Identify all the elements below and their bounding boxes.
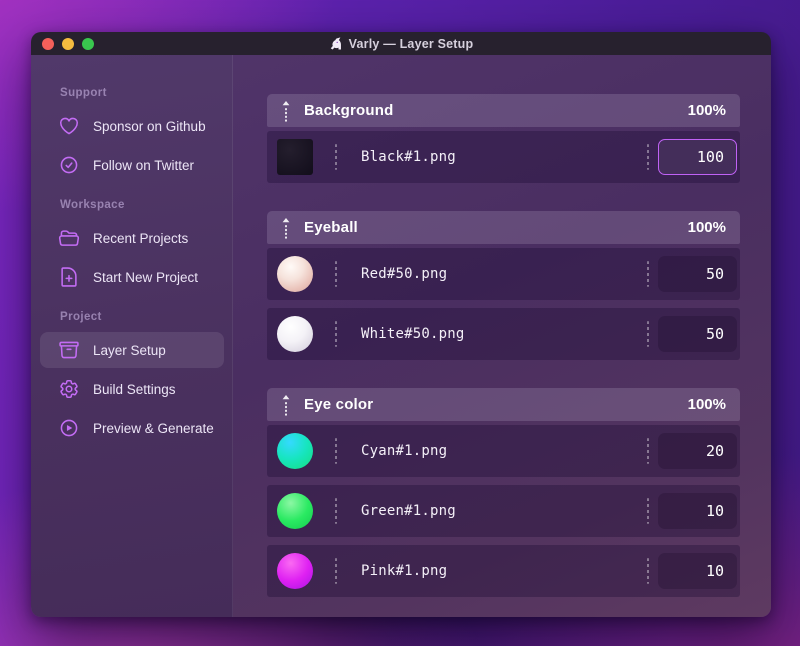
layer-thumbnail <box>277 553 313 589</box>
rarity-value-input[interactable] <box>658 139 737 175</box>
divider <box>647 261 649 287</box>
gear-icon <box>60 379 78 399</box>
section-label-project: Project <box>60 311 102 323</box>
layer-row[interactable]: Red#50.png <box>267 248 740 300</box>
rarity-value-input[interactable] <box>658 256 737 292</box>
document-plus-icon <box>61 267 77 287</box>
group-title: Eyeball <box>304 219 358 236</box>
divider <box>335 438 337 464</box>
layer-thumbnail <box>277 256 313 292</box>
layer-row[interactable]: Green#1.png <box>267 485 740 537</box>
sidebar-item-recent-projects[interactable]: Recent Projects <box>40 220 224 256</box>
layer-thumbnail <box>277 316 313 352</box>
layer-filename: Pink#1.png <box>361 563 448 579</box>
drag-handle-icon[interactable] <box>281 100 291 122</box>
rarity-value-input[interactable] <box>658 316 737 352</box>
group-header[interactable]: Eye color 100% <box>267 388 740 421</box>
layer-group-background: Background 100% Black#1.png <box>267 94 740 183</box>
layer-thumbnail <box>277 493 313 529</box>
close-button[interactable] <box>42 37 54 50</box>
layer-row[interactable]: Black#1.png <box>267 131 740 183</box>
zoom-button[interactable] <box>82 37 94 50</box>
divider <box>335 261 337 287</box>
layer-row[interactable]: Pink#1.png <box>267 545 740 597</box>
group-percent: 100% <box>687 219 726 236</box>
window-title: Varly — Layer Setup <box>348 36 474 51</box>
divider <box>335 144 337 170</box>
layer-filename: Green#1.png <box>361 503 456 519</box>
layer-row[interactable]: White#50.png <box>267 308 740 360</box>
layer-filename: Cyan#1.png <box>361 443 448 459</box>
heart-icon <box>59 117 79 135</box>
group-header[interactable]: Background 100% <box>267 94 740 127</box>
sidebar-item-start-new-project[interactable]: Start New Project <box>40 259 224 295</box>
divider <box>647 144 649 170</box>
unicorn-icon <box>330 36 341 50</box>
play-circle-icon <box>60 419 78 437</box>
group-percent: 100% <box>687 102 726 119</box>
sidebar-item-label: Sponsor on Github <box>93 118 206 134</box>
sidebar-item-preview-generate[interactable]: Preview & Generate <box>40 410 224 446</box>
minimize-button[interactable] <box>62 37 74 50</box>
sidebar-item-build-settings[interactable]: Build Settings <box>40 371 224 407</box>
app-window: Varly — Layer Setup Support Sponsor on G… <box>31 32 771 617</box>
divider <box>647 438 649 464</box>
sidebar-section-support: Support Sponsor on Github Follow on Twit… <box>31 87 232 183</box>
sidebar-item-label: Follow on Twitter <box>93 157 195 173</box>
group-title: Background <box>304 102 394 119</box>
sidebar-section-workspace: Workspace Recent Projects Start New Proj… <box>31 199 232 295</box>
folder-open-icon <box>58 230 80 246</box>
rarity-value-input[interactable] <box>658 553 737 589</box>
divider <box>335 498 337 524</box>
layer-row[interactable]: Cyan#1.png <box>267 425 740 477</box>
layer-thumbnail <box>277 139 313 175</box>
divider <box>647 558 649 584</box>
section-label-workspace: Workspace <box>60 199 125 211</box>
divider <box>647 498 649 524</box>
sidebar: Support Sponsor on Github Follow on Twit… <box>31 55 233 617</box>
badge-check-icon <box>60 156 78 174</box>
sidebar-item-label: Layer Setup <box>93 342 166 358</box>
layer-filename: Red#50.png <box>361 266 448 282</box>
drag-handle-icon[interactable] <box>281 217 291 239</box>
sidebar-item-layer-setup[interactable]: Layer Setup <box>40 332 224 368</box>
divider <box>335 558 337 584</box>
sidebar-item-label: Start New Project <box>93 269 199 285</box>
layer-filename: Black#1.png <box>361 149 456 165</box>
archive-box-icon <box>59 341 79 359</box>
divider <box>647 321 649 347</box>
titlebar: Varly — Layer Setup <box>31 32 771 55</box>
layer-setup-panel: Background 100% Black#1.png Eye <box>233 55 771 617</box>
drag-handle-icon[interactable] <box>281 394 291 416</box>
layer-group-eyeball: Eyeball 100% Red#50.png White#50.png <box>267 211 740 360</box>
sidebar-item-sponsor-on-github[interactable]: Sponsor on Github <box>40 108 224 144</box>
group-title: Eye color <box>304 396 374 413</box>
divider <box>335 321 337 347</box>
traffic-lights <box>42 32 94 55</box>
rarity-value-input[interactable] <box>658 493 737 529</box>
group-header[interactable]: Eyeball 100% <box>267 211 740 244</box>
section-label-support: Support <box>60 87 107 99</box>
sidebar-section-project: Project Layer Setup Build Settings Previ… <box>31 311 232 446</box>
sidebar-item-follow-on-twitter[interactable]: Follow on Twitter <box>40 147 224 183</box>
group-percent: 100% <box>687 396 726 413</box>
sidebar-item-label: Recent Projects <box>93 230 189 246</box>
layer-group-eye-color: Eye color 100% Cyan#1.png Green#1.png <box>267 388 740 597</box>
layer-thumbnail <box>277 433 313 469</box>
sidebar-item-label: Build Settings <box>93 381 176 397</box>
layer-filename: White#50.png <box>361 326 465 342</box>
rarity-value-input[interactable] <box>658 433 737 469</box>
sidebar-item-label: Preview & Generate <box>93 420 214 436</box>
window-title-area: Varly — Layer Setup <box>31 37 771 51</box>
